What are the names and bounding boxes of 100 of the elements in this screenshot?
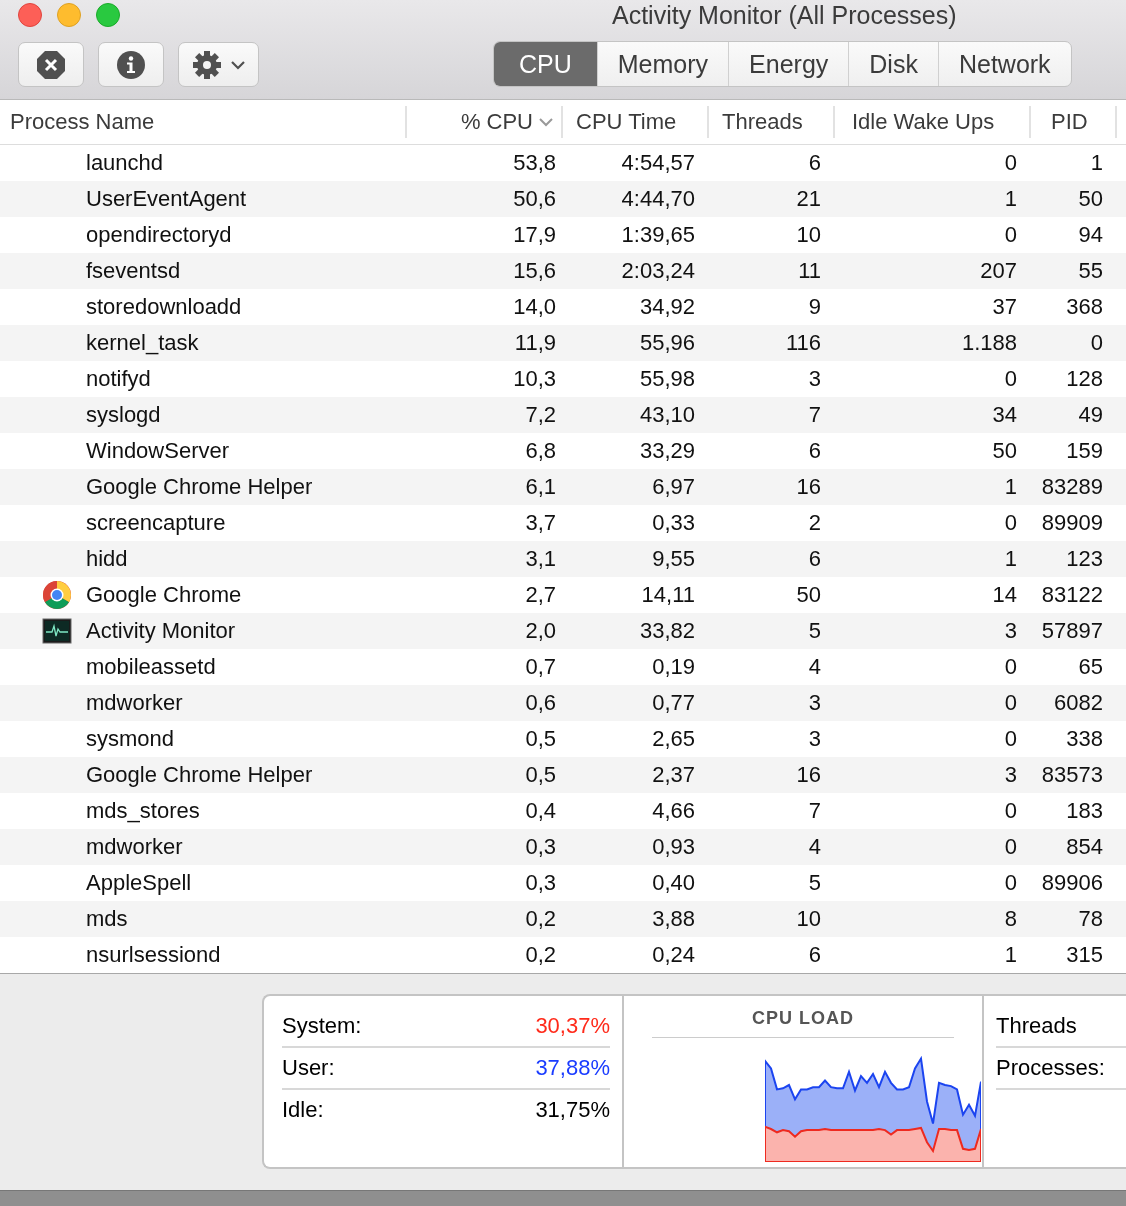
table-cell-text: 0,2	[524, 942, 556, 968]
table-cell-text: 43,10	[638, 402, 696, 428]
count-label: Processes:	[996, 1048, 1126, 1090]
process-name: kernel_task	[85, 330, 200, 356]
table-cell-text: 338	[1065, 726, 1104, 752]
table-cell-text: 53,8	[512, 150, 556, 176]
count-label: Threads	[996, 1006, 1126, 1048]
table-cell-text: 7	[807, 402, 822, 428]
process-name: nsurlsessiond	[85, 942, 222, 968]
table-cell-text: 3	[1003, 762, 1018, 788]
tab[interactable]: Disk	[848, 42, 938, 86]
table-cell-text: 6,8	[524, 438, 556, 464]
table-cell-text: 2,37	[651, 762, 696, 788]
table-cell-text: 11	[797, 258, 822, 284]
table-cell-text: 207	[979, 258, 1018, 284]
table-cell-text: 50,6	[512, 186, 556, 212]
column-header[interactable]: Process Name	[0, 106, 407, 138]
table-cell-text: 14	[991, 582, 1018, 608]
table-cell-text: 0	[1003, 870, 1018, 896]
info-button[interactable]	[98, 42, 164, 87]
table-cell-text: 16	[795, 762, 822, 788]
table-cell-text: 4,66	[651, 798, 696, 824]
table-cell-text: 159	[1065, 438, 1104, 464]
process-name: mdworker	[85, 690, 184, 716]
stop-icon	[36, 49, 66, 80]
process-name: launchd	[85, 150, 165, 176]
tab[interactable]: Memory	[596, 42, 729, 86]
table-cell-text: 49	[1077, 402, 1104, 428]
table-cell-text: 83573	[1040, 762, 1104, 788]
table-cell-text: 89909	[1040, 510, 1104, 536]
stat-label: Idle:	[282, 1097, 324, 1123]
table-cell-text: 1	[1089, 150, 1104, 176]
table-cell-text: 0	[1003, 366, 1018, 392]
table-cell-text: 1	[1003, 186, 1018, 212]
stop-process-button[interactable]	[18, 42, 84, 87]
table-cell-text: 89906	[1040, 870, 1104, 896]
table-cell-text: 57897	[1040, 618, 1104, 644]
process-name: mds	[85, 906, 129, 932]
column-header[interactable]: Threads	[709, 106, 835, 138]
table-cell-text: 10	[795, 906, 822, 932]
table-cell-text: 183	[1065, 798, 1104, 824]
table-cell-text: 2,65	[651, 726, 696, 752]
column-header[interactable]: Idle Wake Ups	[835, 106, 1031, 138]
graph-title: CPU LOAD	[652, 1008, 954, 1038]
table-cell-text: 1	[1003, 474, 1018, 500]
table-cell-text: 55	[1077, 258, 1104, 284]
process-name: Google Chrome	[85, 582, 243, 608]
tab[interactable]: Network	[937, 42, 1071, 86]
table-cell-text: 6,1	[524, 474, 556, 500]
table-cell-text: 50	[1077, 186, 1104, 212]
table-cell-text: 3	[807, 366, 822, 392]
table-cell-text: 83122	[1040, 582, 1104, 608]
process-name: mobileassetd	[85, 654, 217, 680]
table-cell-text: 128	[1065, 366, 1104, 392]
sort-caret-icon	[539, 117, 553, 127]
activity-monitor-icon	[42, 616, 72, 646]
tab[interactable]: CPU	[494, 42, 597, 86]
column-header[interactable]: % CPU	[407, 106, 563, 138]
table-cell-text: 0,3	[524, 834, 556, 860]
table-cell-text: 8	[1003, 906, 1018, 932]
table-cell-text: 7	[807, 798, 822, 824]
stat-label: User:	[282, 1055, 335, 1081]
table-cell-text: 9,55	[651, 546, 696, 572]
table-cell-text: 0,7	[524, 654, 556, 680]
process-name: opendirectoryd	[85, 222, 233, 248]
window-title: Activity Monitor (All Processes)	[612, 0, 957, 30]
table-cell-text: 33,82	[638, 618, 696, 644]
tab[interactable]: Energy	[728, 42, 849, 86]
table-cell-text: 1	[1003, 546, 1018, 572]
table-cell-text: 1.188	[960, 330, 1018, 356]
process-name: screencapture	[85, 510, 227, 536]
table-cell-text: 5	[807, 870, 822, 896]
table-cell-text: 0,4	[524, 798, 556, 824]
table-cell-text: 368	[1065, 294, 1104, 320]
column-header[interactable]: PID	[1031, 106, 1117, 138]
table-cell-text: 78	[1077, 906, 1104, 932]
column-header[interactable]: CPU Time	[563, 106, 709, 138]
table-cell-text: 34,92	[638, 294, 696, 320]
table-cell-text: 0	[1003, 222, 1018, 248]
stat-value: 30,37%	[535, 1013, 610, 1039]
close-window-button[interactable]	[18, 3, 42, 27]
process-name: Google Chrome Helper	[85, 762, 314, 788]
table-cell-text: 2,7	[524, 582, 556, 608]
process-name: storedownloadd	[85, 294, 243, 320]
action-menu-button[interactable]	[178, 42, 259, 87]
table-cell-text: 3	[807, 726, 822, 752]
table-cell-text: 0,2	[524, 906, 556, 932]
table-cell-text: 0,3	[524, 870, 556, 896]
table-cell-text: 2:03,24	[620, 258, 696, 284]
table-cell-text: 0	[1003, 150, 1018, 176]
process-name: Activity Monitor	[85, 618, 237, 644]
table-cell-text: 21	[795, 186, 822, 212]
table-cell-text: 3,1	[524, 546, 556, 572]
table-cell-text: 34	[991, 402, 1018, 428]
table-cell-text: 6	[807, 942, 822, 968]
table-cell-text: 10,3	[512, 366, 556, 392]
caret-icon	[229, 59, 246, 70]
table-cell-text: 7,2	[524, 402, 556, 428]
table-cell-text: 0,24	[651, 942, 696, 968]
process-name: fseventsd	[85, 258, 182, 284]
